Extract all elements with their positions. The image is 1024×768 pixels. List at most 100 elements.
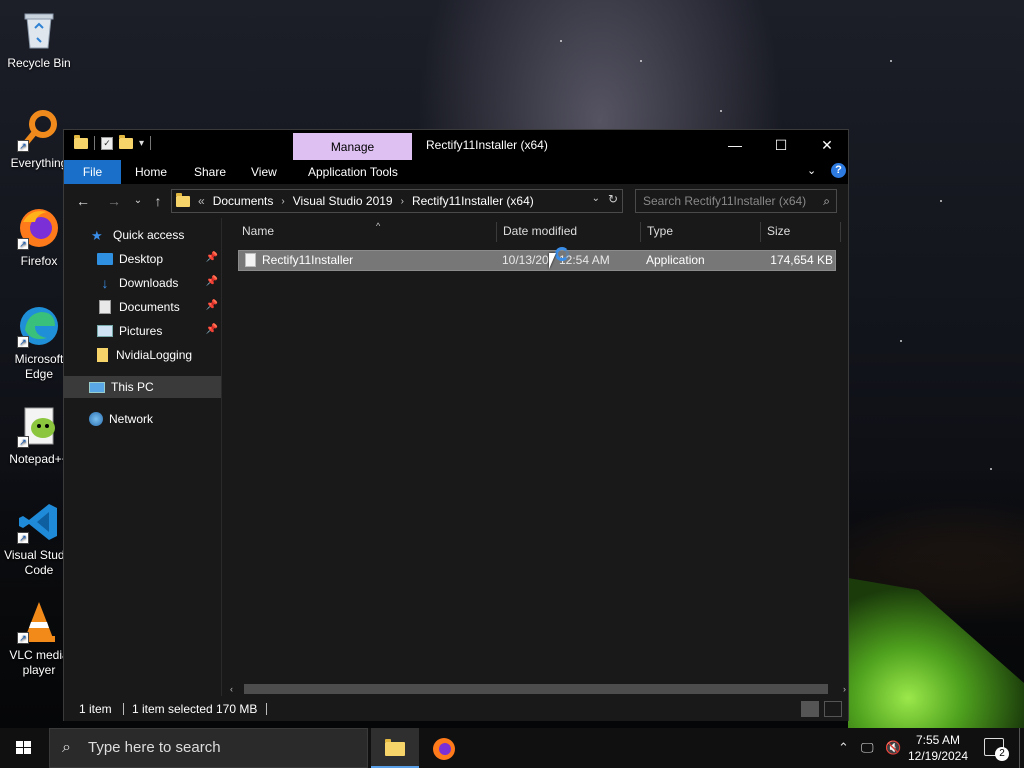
busy-spinner-icon (555, 247, 569, 261)
clock-date: 12/19/2024 (907, 749, 969, 763)
document-icon (99, 300, 111, 314)
volume-muted-icon[interactable]: 🔇 (885, 728, 901, 768)
nav-this-pc[interactable]: This PC (64, 376, 221, 398)
large-icons-view-button[interactable] (824, 701, 842, 717)
recycle-bin-icon (17, 8, 61, 52)
horizontal-scrollbar[interactable]: ‹ › (224, 682, 848, 696)
column-header-size[interactable]: Size (761, 218, 841, 244)
pin-icon[interactable]: 📌 (206, 300, 218, 311)
star (560, 40, 562, 42)
firefox-icon (433, 738, 455, 760)
nav-label: Downloads (119, 276, 179, 290)
show-hidden-icons-chevron-icon[interactable]: ⌃ (838, 728, 849, 768)
notification-center-icon[interactable]: 2 (984, 738, 1009, 761)
scroll-right-icon[interactable]: › (843, 682, 846, 696)
column-header-date-modified[interactable]: Date modified (497, 218, 640, 244)
folder-icon (97, 348, 108, 362)
download-arrow-icon: ↓ (101, 275, 109, 291)
toolbar-separator (94, 136, 95, 150)
new-folder-icon[interactable] (119, 134, 133, 149)
tab-application-tools[interactable]: Application Tools (308, 160, 398, 184)
nav-label: Desktop (119, 252, 164, 266)
show-desktop-button[interactable] (1019, 728, 1024, 768)
star (900, 340, 902, 342)
customize-toolbar-icon[interactable]: ▾ (139, 138, 144, 149)
maximize-button[interactable]: ☐ (758, 130, 804, 160)
taskbar-search-placeholder: Type here to search (88, 739, 221, 756)
recent-locations-chevron-icon[interactable]: ⌄ (128, 190, 148, 212)
nav-downloads[interactable]: ↓ Downloads 📌 (64, 272, 221, 294)
network-tray-icon[interactable]: 🖵 (861, 728, 874, 768)
nav-label: Documents (119, 300, 180, 314)
shortcut-arrow-icon: ↗ (17, 436, 29, 448)
tab-share[interactable]: Share (194, 160, 226, 184)
address-bar[interactable]: « Documents › Visual Studio 2019 › Recti… (171, 189, 623, 213)
expand-ribbon-chevron-icon[interactable]: ⌄ (807, 164, 816, 177)
star (990, 468, 992, 470)
start-button[interactable] (0, 728, 48, 768)
tab-file[interactable]: File (64, 160, 121, 184)
back-button[interactable]: ← (73, 190, 93, 212)
windows-logo-icon (16, 741, 32, 755)
breadcrumb-visual-studio[interactable]: Visual Studio 2019 (293, 194, 393, 208)
forward-button[interactable]: → (104, 190, 124, 212)
status-selected: 1 item selected (132, 702, 213, 716)
notepad-plus-plus-icon: ↗ (17, 404, 61, 448)
taskbar-firefox[interactable] (420, 728, 468, 768)
nav-documents[interactable]: Documents 📌 (64, 296, 221, 318)
scrollbar-thumb[interactable] (244, 684, 828, 694)
column-label: Name (242, 224, 275, 238)
tab-view[interactable]: View (251, 160, 277, 184)
nav-quick-access[interactable]: ★ Quick access (64, 224, 221, 246)
edge-icon: ↗ (17, 304, 61, 348)
nav-pictures[interactable]: Pictures 📌 (64, 320, 221, 342)
up-button[interactable]: ↑ (148, 190, 168, 212)
star (890, 60, 892, 62)
close-button[interactable]: ✕ (804, 130, 850, 160)
nav-network[interactable]: Network (64, 408, 221, 430)
properties-icon[interactable]: ✓ (101, 136, 113, 150)
everything-search-icon: ↗ (17, 108, 61, 152)
details-view-button[interactable] (801, 701, 819, 717)
column-divider[interactable] (840, 222, 841, 242)
breadcrumb-documents[interactable]: Documents (213, 194, 274, 208)
desktop-icon-label: Recycle Bin (7, 56, 71, 70)
breadcrumb-current-folder[interactable]: Rectify11Installer (x64) (412, 194, 534, 208)
search-input[interactable]: Search Rectify11Installer (x64) ⌕ (635, 189, 837, 213)
clock-time: 7:55 AM (915, 733, 961, 747)
minimize-button[interactable]: — (712, 130, 758, 160)
pin-icon[interactable]: 📌 (206, 324, 218, 335)
scroll-left-icon[interactable]: ‹ (230, 682, 233, 696)
nav-nvidialogging[interactable]: NvidiaLogging (64, 344, 221, 366)
breadcrumb-separator-icon[interactable]: › (401, 196, 404, 207)
taskbar-file-explorer[interactable] (371, 728, 419, 768)
folder-icon (74, 134, 88, 149)
notification-count-badge: 2 (995, 747, 1009, 761)
nav-desktop[interactable]: Desktop 📌 (64, 248, 221, 270)
status-separator (266, 703, 267, 715)
application-file-icon (245, 253, 256, 267)
pin-icon[interactable]: 📌 (206, 252, 218, 263)
sort-ascending-icon: ^ (376, 221, 381, 231)
help-icon[interactable]: ? (831, 163, 846, 178)
column-header-name[interactable]: Name ^ (236, 218, 496, 244)
address-dropdown-icon[interactable]: ⌄ (592, 193, 600, 204)
taskbar-search-box[interactable]: ⌕ Type here to search (49, 728, 368, 768)
nav-label: Pictures (119, 324, 163, 338)
breadcrumb-separator-icon[interactable]: › (281, 196, 284, 207)
ribbon-tabs: File Home Share View Application Tools ⌄… (64, 160, 848, 184)
pictures-icon (97, 325, 113, 337)
tab-home[interactable]: Home (135, 160, 167, 184)
pin-icon[interactable]: 📌 (206, 276, 218, 287)
title-bar[interactable]: ✓ ▾ Manage Rectify11Installer (x64) — ☐ … (64, 130, 848, 160)
taskbar-clock[interactable]: 7:55 AM 12/19/2024 (900, 732, 976, 764)
star-icon: ★ (91, 228, 103, 243)
breadcrumb-overflow[interactable]: « (198, 194, 205, 208)
desktop-icon-recycle-bin[interactable]: Recycle Bin (0, 8, 78, 71)
column-header-type[interactable]: Type (641, 218, 760, 244)
refresh-icon[interactable]: ↻ (608, 192, 618, 206)
tab-manage[interactable]: Manage (293, 133, 412, 160)
network-icon (89, 412, 103, 426)
file-row-selected[interactable]: Rectify11Installer 10/13/20 12:54 AM App… (238, 250, 836, 271)
taskbar: ⌕ Type here to search ⌃ 🖵 🔇 7:55 AM 12/1… (0, 728, 1024, 768)
